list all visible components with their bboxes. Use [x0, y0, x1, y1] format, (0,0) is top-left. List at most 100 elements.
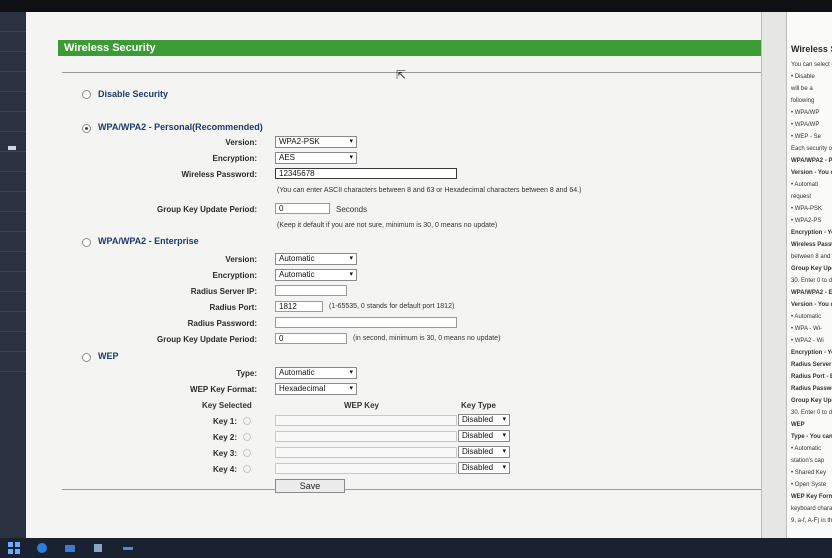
wep-type-select[interactable]: Automatic ▾ [275, 367, 357, 379]
key-4-label: Key 4: [212, 465, 237, 474]
browser-icon[interactable] [36, 542, 48, 554]
key-3-radio[interactable] [243, 449, 251, 457]
help-line: • Automatic [791, 446, 822, 452]
chevron-down-icon: ▾ [502, 464, 506, 471]
chevron-down-icon: ▾ [502, 416, 506, 423]
help-line: 30. Enter 0 to disa [791, 410, 832, 416]
store-icon[interactable] [92, 542, 104, 554]
help-line: between 8 and 64 [791, 254, 832, 260]
help-line: • WPA-PSK [791, 206, 822, 212]
wireless-password-input[interactable]: 12345678 [275, 168, 457, 179]
help-title: Wireless Se [791, 44, 832, 54]
key-4-input[interactable] [275, 463, 457, 474]
radius-port-hint: (1-65535, 0 stands for default port 1812… [329, 303, 455, 310]
app-icon[interactable] [122, 542, 134, 554]
radius-port-label: Radius Port: [209, 303, 257, 312]
monitor-bezel [0, 0, 832, 12]
key-1-type-select[interactable]: Disabled ▾ [458, 414, 510, 426]
radius-ip-label: Radius Server IP: [190, 287, 257, 296]
group-key-period-label: Group Key Update Period: [156, 205, 257, 214]
wireless-password-label: Wireless Password: [181, 170, 257, 179]
help-line: • WPA/WP [791, 110, 820, 116]
key-2-radio[interactable] [243, 433, 251, 441]
key-4-type-select[interactable]: Disabled ▾ [458, 462, 510, 474]
seconds-unit: Seconds [336, 205, 368, 214]
wpa-enterprise-radio[interactable] [82, 238, 91, 247]
key-3-label: Key 3: [212, 449, 237, 458]
help-line: • WPA/WP [791, 122, 820, 128]
radius-password-input[interactable] [275, 317, 457, 328]
version-select[interactable]: WPA2-PSK ▾ [275, 136, 357, 148]
windows-start-icon[interactable] [8, 542, 20, 554]
help-line: WEP [791, 422, 805, 428]
save-button[interactable]: Save [275, 479, 345, 493]
help-line: Radius Server IP [791, 362, 832, 368]
key-1-label: Key 1: [212, 417, 237, 426]
chevron-down-icon: ▾ [349, 154, 353, 161]
radius-password-label: Radius Password: [187, 319, 257, 328]
disable-security-radio[interactable] [82, 90, 91, 99]
help-line: Group Key Updat [791, 398, 832, 404]
help-line: Version - You ca [791, 170, 832, 176]
ent-group-key-hint: (in second, minimum is 30, 0 means no up… [353, 335, 501, 342]
taskbar [0, 538, 832, 558]
group-key-period-input[interactable]: 0 [275, 203, 330, 214]
key-1-input[interactable] [275, 415, 457, 426]
help-line: Encryption - You [791, 350, 832, 356]
wep-key-header: WEP Key [344, 401, 379, 410]
help-panel: Wireless Se You can select o • Disable wil… [787, 12, 832, 538]
chevron-down-icon: ▾ [502, 432, 506, 439]
help-line: 9, a-f, A-F) in the sp [791, 518, 832, 524]
ent-version-select[interactable]: Automatic ▾ [275, 253, 357, 265]
ent-group-key-label: Group Key Update Period: [156, 335, 257, 344]
page-title: Wireless Security [58, 40, 761, 56]
wep-format-select[interactable]: Hexadecimal ▾ [275, 383, 357, 395]
chevron-down-icon: ▾ [349, 271, 353, 278]
encryption-select[interactable]: AES ▾ [275, 152, 357, 164]
help-line: station's cap [791, 458, 825, 464]
chevron-down-icon: ▾ [349, 255, 353, 262]
key-2-label: Key 2: [212, 433, 237, 442]
chevron-down-icon: ▾ [349, 369, 353, 376]
key-2-type-select[interactable]: Disabled ▾ [458, 430, 510, 442]
key-4-radio[interactable] [243, 465, 251, 473]
help-line: • WPA2 - Wi [791, 338, 824, 344]
ent-encryption-select[interactable]: Automatic ▾ [275, 269, 357, 281]
disable-security-label: Disable Security [98, 89, 169, 99]
help-line: • Disable [791, 74, 815, 80]
key-3-input[interactable] [275, 447, 457, 458]
wep-radio[interactable] [82, 353, 91, 362]
ent-group-key-input[interactable]: 0 [275, 333, 347, 344]
help-line: WEP Key Format [791, 494, 832, 500]
key-1-radio[interactable] [243, 417, 251, 425]
help-line: keyboard characters [791, 506, 832, 512]
chevron-down-icon: ▾ [349, 138, 353, 145]
key-3-type-select[interactable]: Disabled ▾ [458, 446, 510, 458]
help-line: following [791, 98, 815, 104]
divider [62, 489, 761, 490]
help-line: • WPA2-PS [791, 218, 822, 224]
version-label: Version: [225, 138, 257, 147]
help-line: Group Key Upda [791, 266, 832, 272]
router-config-window: Wireless Security ⇱ Disable Security WPA… [26, 12, 832, 538]
folder-icon[interactable] [64, 542, 76, 554]
help-line: WPA/WPA2 - Ent [791, 290, 832, 296]
key-2-input[interactable] [275, 431, 457, 442]
help-line: Encryption - You [791, 230, 832, 236]
help-line: will be a [791, 86, 813, 92]
help-line: Type - You can sele [791, 434, 832, 440]
wpa-personal-radio[interactable] [82, 124, 91, 133]
radius-ip-input[interactable] [275, 285, 347, 296]
radius-port-input[interactable]: 1812 [275, 301, 323, 312]
side-panel [0, 12, 26, 538]
menu-marker [8, 146, 16, 150]
help-line: Each security opt [791, 146, 832, 152]
help-line: • WPA - Wi- [791, 326, 822, 332]
help-line: • Shared Key [791, 470, 827, 476]
help-line: Version - You car [791, 302, 832, 308]
help-line: Radius Port - Ent [791, 374, 832, 380]
frame-divider [761, 12, 787, 538]
help-line: request [791, 194, 812, 200]
password-hint: (You can enter ASCII characters between … [277, 187, 582, 194]
help-line: • Automatic [791, 314, 822, 320]
